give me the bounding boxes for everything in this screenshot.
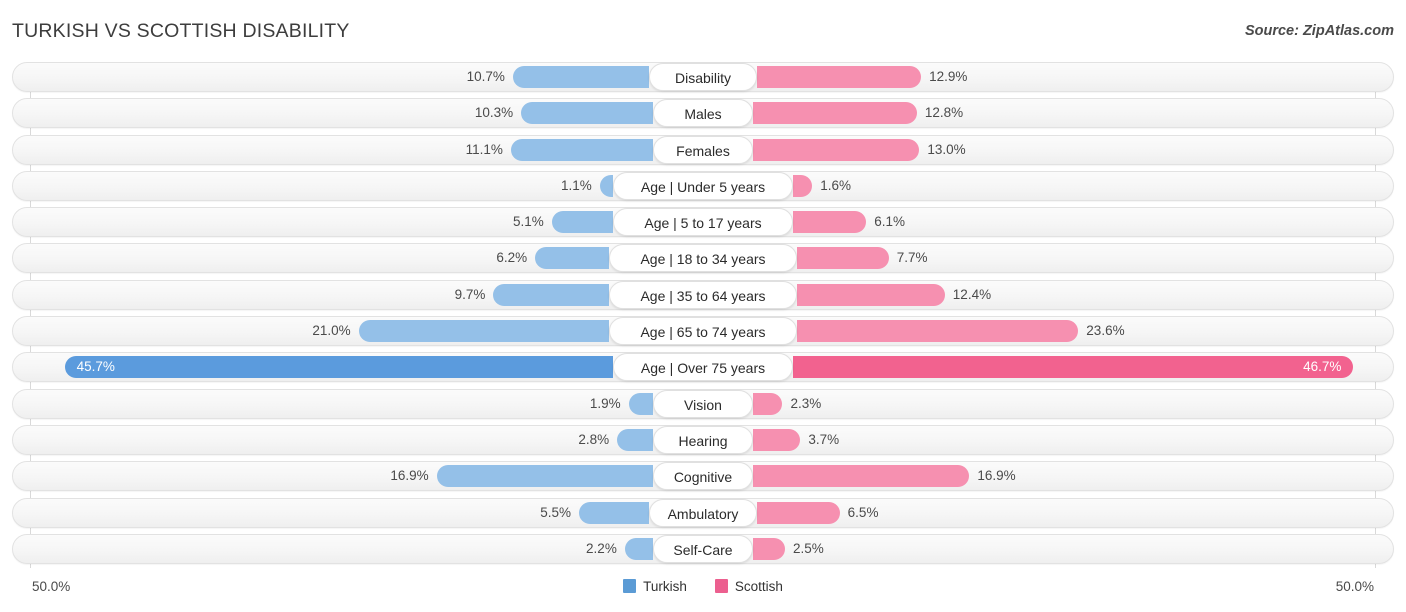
value-label-turkish: 10.7% [466,69,505,84]
chart-row: 6.2% 7.7% Age | 18 to 34 years [0,243,1406,274]
chart-row: 1.9% 2.3% Vision [0,388,1406,419]
chart-row: 16.9% 16.9% Cognitive [0,461,1406,492]
chart-row: 1.1% 1.6% Age | Under 5 years [0,170,1406,201]
chart-row: 21.0% 23.6% Age | 65 to 74 years [0,316,1406,347]
row-category-label: Hearing [653,425,753,454]
bar-turkish [521,102,653,125]
chart-row: 9.7% 12.4% Age | 35 to 64 years [0,279,1406,310]
page-title: TURKISH VS SCOTTISH DISABILITY [12,20,350,42]
chart-footer: 50.0% 50.0% Turkish Scottish [0,568,1406,612]
bar-scottish [793,211,867,234]
row-category-label: Females [653,135,753,164]
legend-item[interactable]: Scottish [714,579,783,594]
legend-swatch-turkish [623,579,637,593]
value-label-scottish: 6.5% [847,504,879,520]
chart-row: 10.3% 12.8% Males [0,98,1406,129]
value-label-turkish: 1.9% [589,395,621,411]
bar-scottish [757,501,840,524]
bar-scottish [757,66,922,88]
row-category-label: Age | 18 to 34 years [609,244,797,273]
value-label-turkish: 11.1% [465,141,503,157]
chart-row: 11.1% 13.0% Females [0,134,1406,165]
row-category-label: Age | 35 to 64 years [609,280,797,309]
value-label-scottish: 6.1% [874,214,905,230]
row-category-label: Ambulatory [649,498,757,527]
bar-scottish [753,102,917,125]
value-label-scottish: 12.9% [929,69,968,84]
bar-scottish [797,283,945,306]
row-category-label: Disability [649,63,757,91]
chart-row: 2.2% 2.5% Self-Care [0,533,1406,564]
value-label-turkish: 6.2% [496,250,528,266]
bar-turkish [493,283,609,306]
bar-turkish [358,320,609,343]
bar-scottish [753,138,920,161]
bar-turkish [436,465,653,488]
value-label-scottish: 12.8% [924,105,964,121]
chart-legend: Turkish Scottish [0,579,1406,594]
bar-turkish [624,537,653,560]
chart-row: 5.5% 6.5% Ambulatory [0,497,1406,528]
row-category-label: Age | 65 to 74 years [609,317,797,346]
value-label-scottish: 16.9% [977,468,1016,484]
value-label-scottish: 1.6% [820,177,851,193]
value-label-scottish: 12.4% [952,286,992,302]
value-label-scottish: 46.7% [1303,359,1342,375]
row-category-label: Age | Over 75 years [613,353,793,382]
chart-rows: 10.7% 12.9% Disability 10.3% 12.8% Males 11.1%… [0,62,1406,570]
legend-item[interactable]: Turkish [623,579,687,594]
value-label-turkish: 21.0% [312,323,351,339]
bar-scottish [753,428,801,451]
bar-scottish [753,537,785,560]
row-category-label: Age | Under 5 years [613,171,793,200]
value-label-scottish: 23.6% [1086,323,1125,339]
value-label-turkish: 2.8% [578,431,610,447]
value-label-turkish: 9.7% [454,286,486,302]
value-label-turkish: 5.1% [513,214,544,230]
value-label-turkish: 2.2% [586,540,617,556]
bar-turkish [510,138,653,161]
value-label-scottish: 2.5% [793,540,824,556]
legend-label: Turkish [643,579,687,594]
value-label-turkish: 16.9% [390,468,429,484]
chart-plot-area: 10.7% 12.9% Disability 10.3% 12.8% Males 11.1%… [0,62,1406,568]
value-label-turkish: 5.5% [540,504,572,520]
bar-turkish [579,501,649,524]
bar-scottish [753,465,970,488]
row-category-label: Cognitive [653,462,753,491]
chart-row: 10.7% 12.9% Disability [0,62,1406,92]
value-label-scottish: 3.7% [808,431,840,447]
value-label-turkish: 10.3% [474,105,514,121]
bar-turkish [551,211,613,234]
value-label-scottish: 2.3% [790,395,822,411]
bar-scottish [797,320,1079,343]
value-label-scottish: 13.0% [927,141,966,157]
bar-turkish [617,428,653,451]
legend-label: Scottish [734,579,783,594]
chart-header: TURKISH VS SCOTTISH DISABILITY Source: Z… [0,0,1406,62]
bar-scottish [797,247,889,270]
row-category-label: Males [653,99,753,128]
row-category-label: Vision [653,389,753,418]
value-label-scottish: 7.7% [896,250,928,266]
legend-swatch-scottish [714,579,728,593]
bar-turkish [628,392,653,415]
chart-row: 2.8% 3.7% Hearing [0,424,1406,455]
row-category-label: Self-Care [653,534,753,563]
row-category-label: Age | 5 to 17 years [613,208,793,237]
chart-row: 5.1% 6.1% Age | 5 to 17 years [0,207,1406,238]
bar-scottish [753,392,783,415]
value-label-turkish: 45.7% [76,359,115,375]
bar-turkish [512,66,649,88]
bar-turkish [535,247,609,270]
source-attribution: Source: ZipAtlas.com [1244,23,1394,39]
chart-row: 45.7% 46.7% Age | Over 75 years [0,352,1406,383]
value-label-turkish: 1.1% [561,177,592,193]
